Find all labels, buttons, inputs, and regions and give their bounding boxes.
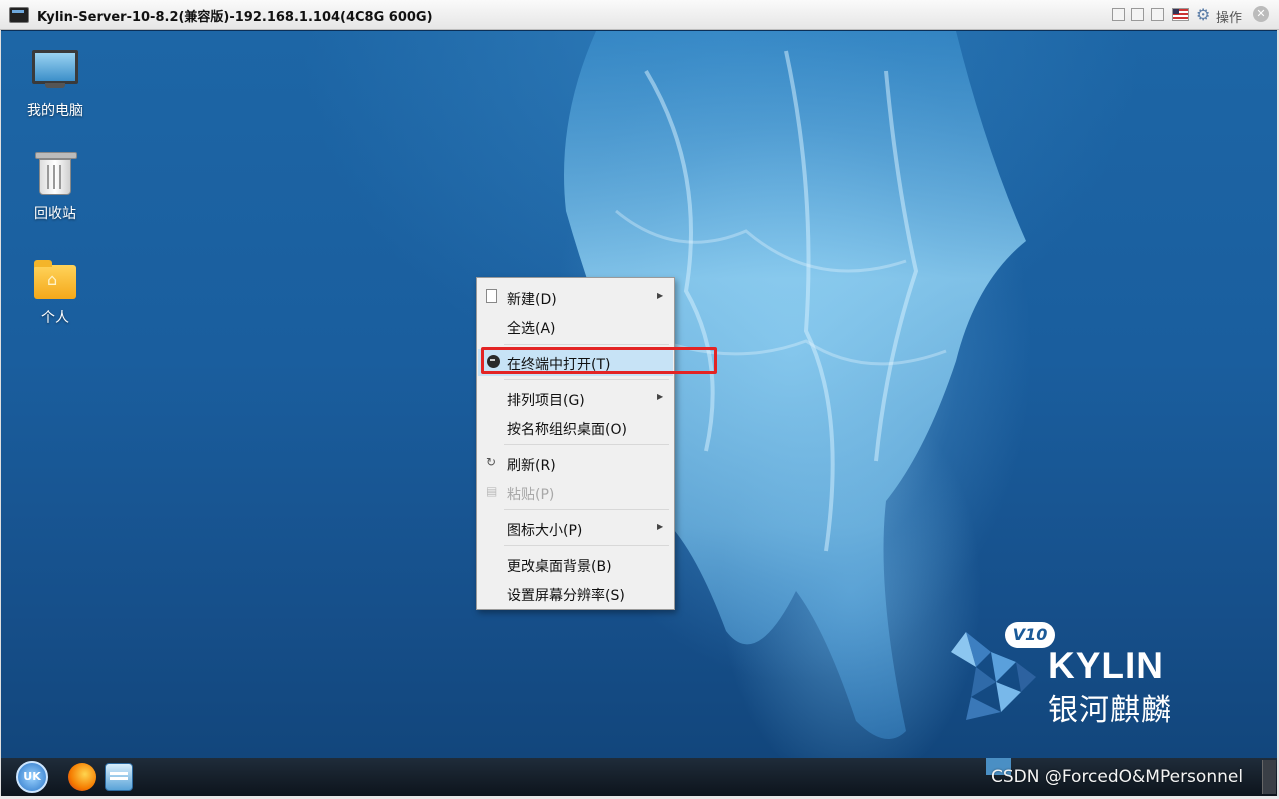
actions-menu-button[interactable]: 操作	[1216, 7, 1242, 26]
menu-item-icon-size[interactable]: 图标大小(P) ▶	[478, 515, 673, 542]
desktop-icon-home[interactable]: 个人	[15, 260, 95, 327]
window-title-bar: Kylin-Server-10-8.2(兼容版)-192.168.1.104(4…	[0, 0, 1279, 30]
kylin-logo: V10 KYLIN 银河麒麟	[946, 622, 1186, 728]
menu-separator	[504, 344, 669, 345]
vm-console-icon	[9, 7, 29, 23]
desktop-context-menu: 新建(D) ▶ 全选(A) 在终端中打开(T) 排列项目(G) ▶ 按名称组织桌…	[476, 277, 675, 610]
paste-icon: ▤	[486, 484, 498, 498]
menu-item-screen-resolution[interactable]: 设置屏幕分辨率(S)	[478, 580, 673, 607]
submenu-arrow-icon: ▶	[657, 522, 664, 531]
home-folder-icon	[34, 260, 76, 299]
menu-item-change-background[interactable]: 更改桌面背景(B)	[478, 551, 673, 578]
annotation-highlight-box	[481, 347, 717, 374]
menu-item-label: 粘贴(P)	[507, 487, 555, 503]
menu-separator	[504, 545, 669, 546]
new-document-icon	[486, 289, 497, 303]
submenu-arrow-icon: ▶	[657, 392, 664, 401]
fit-window-button[interactable]	[1112, 8, 1125, 21]
trash-icon	[35, 152, 77, 195]
menu-item-label: 设置屏幕分辨率(S)	[507, 588, 625, 604]
start-menu-icon[interactable]: UK	[16, 761, 48, 793]
refresh-icon: ↻	[486, 455, 497, 469]
desktop-icon-label: 我的电脑	[27, 103, 83, 119]
menu-item-new[interactable]: 新建(D) ▶	[478, 284, 673, 311]
file-manager-icon[interactable]	[105, 763, 133, 791]
menu-item-label: 图标大小(P)	[507, 523, 583, 539]
menu-item-select-all[interactable]: 全选(A)	[478, 313, 673, 340]
brand-name-cn: 银河麒麟	[1048, 693, 1172, 728]
close-icon[interactable]: ✕	[1253, 6, 1269, 22]
menu-separator	[504, 509, 669, 510]
desktop-icon-label: 回收站	[34, 206, 76, 222]
gear-icon[interactable]: ⚙	[1196, 5, 1210, 24]
watermark: CSDN @ForcedO&MPersonnel	[991, 767, 1244, 787]
desktop-icon-label: 个人	[41, 310, 69, 326]
computer-icon	[32, 50, 78, 88]
menu-item-arrange-items[interactable]: 排列项目(G) ▶	[478, 385, 673, 412]
menu-item-paste[interactable]: ▤ 粘贴(P)	[478, 479, 673, 506]
menu-item-label: 按名称组织桌面(O)	[507, 422, 627, 438]
menu-item-refresh[interactable]: ↻ 刷新(R)	[478, 450, 673, 477]
window-title: Kylin-Server-10-8.2(兼容版)-192.168.1.104(4…	[37, 10, 433, 25]
menu-separator	[504, 444, 669, 445]
firefox-icon[interactable]	[68, 763, 96, 791]
menu-item-organize-by-name[interactable]: 按名称组织桌面(O)	[478, 414, 673, 441]
desktop-icon-trash[interactable]: 回收站	[15, 152, 95, 223]
menu-item-label: 排列项目(G)	[507, 393, 585, 409]
submenu-arrow-icon: ▶	[657, 291, 664, 300]
fullscreen-button[interactable]	[1151, 8, 1164, 21]
brand-name-en: KYLIN	[1048, 645, 1164, 686]
keyboard-layout-flag-icon[interactable]	[1172, 8, 1189, 21]
menu-item-label: 更改桌面背景(B)	[507, 559, 612, 575]
menu-item-label: 新建(D)	[507, 292, 557, 308]
menu-item-label: 刷新(R)	[507, 458, 556, 474]
desktop-icon-computer[interactable]: 我的电脑	[15, 50, 95, 120]
menu-separator	[504, 379, 669, 380]
menu-item-label: 全选(A)	[507, 321, 556, 337]
show-desktop-button[interactable]	[1262, 760, 1276, 794]
minimize-button[interactable]	[1131, 8, 1144, 21]
